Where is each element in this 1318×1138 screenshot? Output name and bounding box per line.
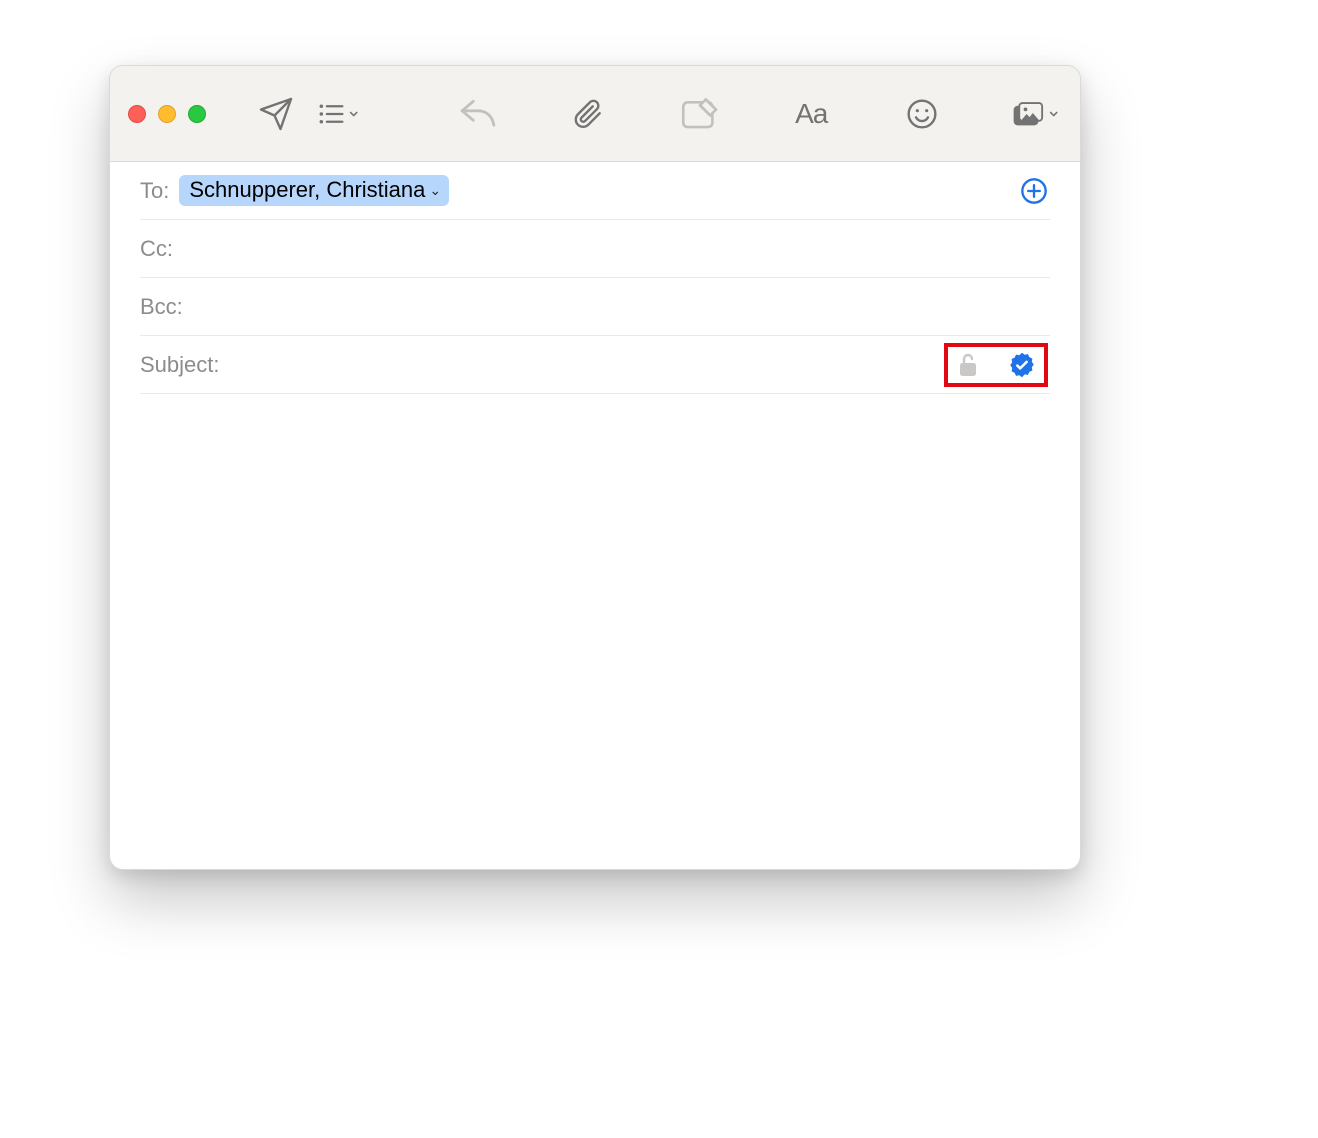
subject-value[interactable] xyxy=(230,351,945,379)
reply-icon xyxy=(459,98,497,130)
photo-browser-icon xyxy=(1013,98,1044,130)
emoji-button[interactable] xyxy=(902,94,942,134)
compose-window: Aa xyxy=(109,65,1081,870)
message-body-input[interactable] xyxy=(140,406,1050,857)
verified-seal-icon xyxy=(1008,351,1036,379)
attach-button[interactable] xyxy=(569,94,609,134)
window-controls xyxy=(128,105,206,123)
to-row: To: Schnupperer, Christiana ⌄ xyxy=(140,162,1050,220)
emoji-icon xyxy=(906,98,938,130)
recipient-chip[interactable]: Schnupperer, Christiana ⌄ xyxy=(179,175,449,206)
attachment-icon xyxy=(573,96,605,132)
cc-row: Cc: xyxy=(140,220,1050,278)
subject-label: Subject: xyxy=(140,352,220,378)
markup-button[interactable] xyxy=(680,94,720,134)
bcc-value[interactable] xyxy=(193,293,1050,321)
add-recipient-button[interactable] xyxy=(1020,177,1048,205)
zoom-window-button[interactable] xyxy=(188,105,206,123)
message-body-area xyxy=(110,394,1080,869)
encryption-button[interactable] xyxy=(956,351,980,379)
subject-input[interactable] xyxy=(230,351,945,379)
photo-browser-button[interactable] xyxy=(1013,94,1058,134)
cc-value[interactable] xyxy=(183,235,1050,263)
markup-attachment-icon xyxy=(681,98,719,130)
send-button[interactable] xyxy=(256,94,296,134)
chevron-down-icon xyxy=(349,108,358,120)
cc-input[interactable] xyxy=(183,235,1050,263)
security-indicators-highlight xyxy=(944,343,1048,387)
format-button[interactable]: Aa xyxy=(791,94,831,134)
subject-row: Subject: xyxy=(140,336,1050,394)
minimize-window-button[interactable] xyxy=(158,105,176,123)
send-icon xyxy=(258,96,294,132)
signing-button[interactable] xyxy=(1008,351,1036,379)
reply-button[interactable] xyxy=(458,94,498,134)
close-window-button[interactable] xyxy=(128,105,146,123)
to-label: To: xyxy=(140,178,169,204)
header-fields: To: Schnupperer, Christiana ⌄ xyxy=(110,162,1080,394)
unlock-icon xyxy=(956,351,980,379)
list-icon xyxy=(318,100,345,128)
header-fields-menu-button[interactable] xyxy=(318,94,358,134)
plus-circle-icon xyxy=(1020,177,1048,205)
text-format-icon: Aa xyxy=(795,98,827,130)
chevron-down-icon xyxy=(1049,108,1058,120)
recipient-name: Schnupperer, Christiana xyxy=(189,177,425,203)
bcc-input[interactable] xyxy=(193,293,1050,321)
bcc-row: Bcc: xyxy=(140,278,1050,336)
toolbar: Aa xyxy=(110,66,1080,162)
chevron-down-icon: ⌄ xyxy=(429,182,441,199)
bcc-label: Bcc: xyxy=(140,294,183,320)
cc-label: Cc: xyxy=(140,236,173,262)
to-value[interactable]: Schnupperer, Christiana ⌄ xyxy=(179,175,1020,206)
